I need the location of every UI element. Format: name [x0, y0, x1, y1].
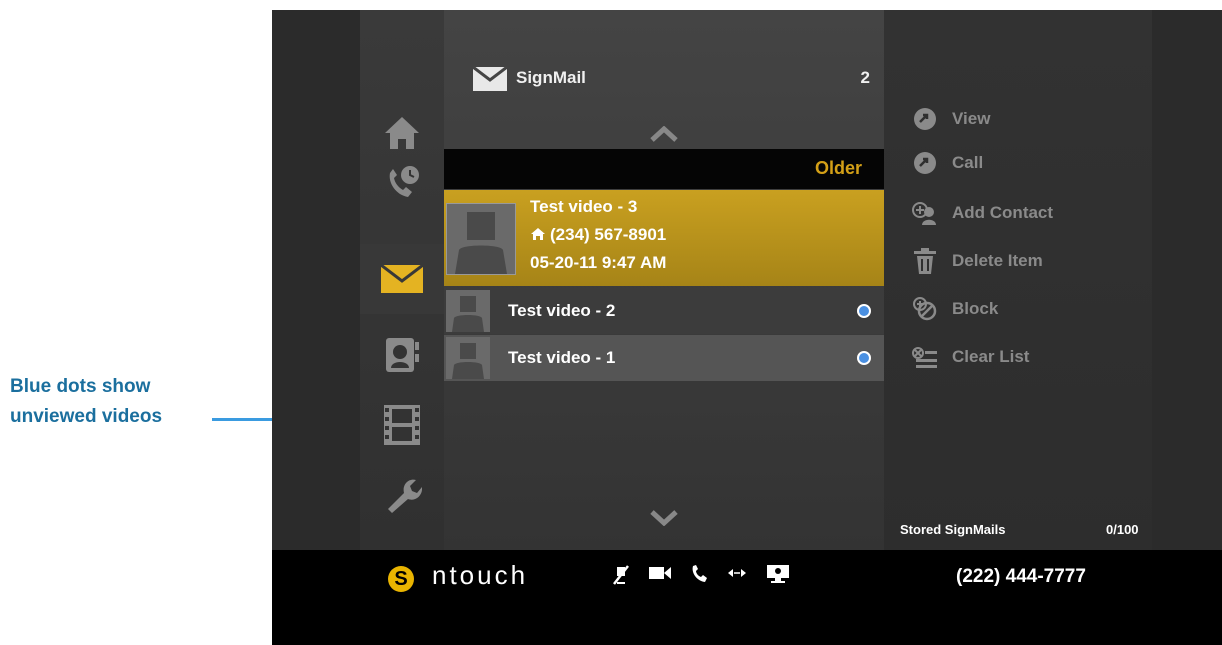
avatar	[446, 337, 490, 379]
section-label: Older	[814, 158, 862, 178]
list-item[interactable]: Test video - 1	[444, 335, 884, 381]
item-datetime: 05-20-11 9:47 AM	[530, 253, 667, 272]
contacts-book-icon	[386, 338, 419, 372]
monitor-icon	[767, 565, 789, 583]
block-action[interactable]: Block	[912, 292, 998, 326]
unviewed-dot	[857, 351, 871, 365]
status-icons	[612, 564, 790, 586]
view-action[interactable]: View	[912, 102, 990, 136]
status-bar: S ntouch (222) 444-7777	[272, 550, 1222, 645]
stored-signmails-label: Stored SignMails	[900, 522, 1006, 537]
call-history-icon	[389, 166, 419, 197]
nav-signmail[interactable]	[360, 244, 444, 314]
nav-call-history[interactable]	[360, 148, 444, 218]
avatar	[446, 203, 516, 275]
home-icon	[385, 117, 419, 149]
item-name: Test video - 2	[508, 301, 616, 320]
section-header: Older	[444, 149, 884, 189]
person-icon	[452, 343, 484, 379]
list-item[interactable]: Test video - 2	[444, 288, 884, 334]
block-label: Block	[952, 299, 999, 318]
unviewed-dot	[857, 304, 871, 318]
list-title: SignMail	[516, 68, 586, 87]
list-item-selected[interactable]: Test video - 3 (234) 567-8901 05-20-11 9…	[444, 190, 884, 286]
block-icon	[912, 296, 938, 322]
film-strip-icon	[384, 405, 420, 445]
nav-contacts[interactable]	[360, 320, 444, 390]
call-action[interactable]: Call	[912, 146, 983, 180]
my-phone-number: (222) 444-7777	[956, 566, 1086, 587]
clear-list-label: Clear List	[952, 347, 1030, 366]
envelope-icon	[380, 264, 424, 293]
delete-item-label: Delete Item	[952, 251, 1043, 270]
nav-videos[interactable]	[360, 390, 444, 460]
item-phone-row: (234) 567-8901	[530, 225, 666, 245]
device-screen: SignMail 2 Older Test video - 3 (234) 56…	[272, 10, 1222, 645]
annotation-text: Blue dots show unviewed videos	[10, 372, 220, 432]
item-name: Test video - 3	[530, 197, 638, 216]
scroll-up-icon[interactable]	[650, 126, 678, 142]
sorenson-logo-icon: S	[388, 566, 414, 592]
person-icon	[455, 212, 507, 274]
avatar	[446, 290, 490, 332]
mic-muted-icon	[613, 565, 629, 585]
nav-settings[interactable]	[360, 460, 444, 530]
phone-icon	[692, 565, 707, 582]
home-icon	[531, 228, 545, 240]
left-nav	[360, 10, 444, 550]
view-icon	[912, 106, 938, 132]
add-contact-action[interactable]: Add Contact	[912, 196, 1053, 230]
scroll-down-icon[interactable]	[650, 510, 678, 526]
actions-panel: View Call Add Contact Delete Item Block	[884, 10, 1152, 550]
signmail-list-panel: SignMail 2 Older Test video - 3 (234) 56…	[444, 10, 884, 550]
clear-list-icon	[912, 344, 938, 370]
brand-name: ntouch	[432, 560, 529, 590]
arrows-icon	[728, 569, 746, 577]
call-icon	[912, 150, 938, 176]
delete-item-action[interactable]: Delete Item	[912, 244, 1043, 278]
video-camera-icon	[649, 567, 671, 579]
envelope-icon	[472, 66, 508, 91]
person-icon	[452, 296, 484, 332]
annotation-line-2: unviewed videos	[10, 406, 163, 427]
item-phone: (234) 567-8901	[550, 225, 667, 244]
view-label: View	[952, 109, 991, 128]
wrench-icon	[388, 479, 422, 513]
add-contact-icon	[912, 200, 938, 226]
add-contact-label: Add Contact	[952, 203, 1054, 222]
clear-list-action[interactable]: Clear List	[912, 340, 1029, 374]
annotation-line-1: Blue dots show	[10, 376, 151, 397]
stored-signmails-count: 0/100	[1106, 522, 1139, 537]
trash-icon	[912, 248, 938, 274]
item-name: Test video - 1	[508, 348, 616, 367]
call-label: Call	[952, 153, 984, 172]
list-count: 2	[860, 68, 870, 87]
